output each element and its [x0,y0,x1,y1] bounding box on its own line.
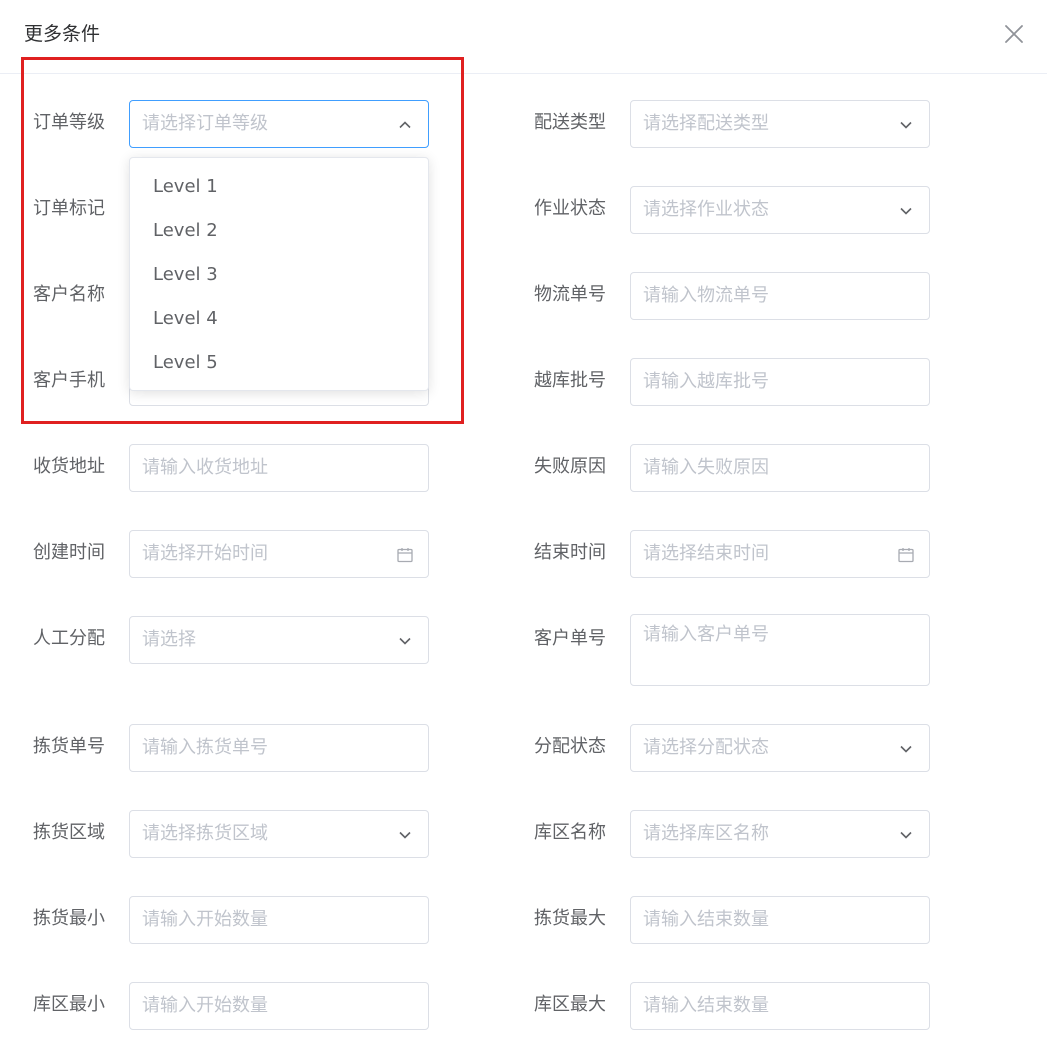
picking-no-placeholder: 请输入拣货单号 [142,737,268,758]
dropdown-option[interactable]: Level 4 [130,297,428,341]
chevron-down-icon [399,831,411,839]
area-min-placeholder: 请输入开始数量 [142,995,268,1016]
chevron-down-icon [900,207,912,215]
logistics-no-input[interactable]: 请输入物流单号 [630,272,930,320]
label-picking-min: 拣货最小 [33,908,105,929]
picking-area-select[interactable]: 请选择拣货区域 [129,810,429,858]
label-delivery-type: 配送类型 [534,112,606,133]
calendar-icon [898,548,914,563]
shipping-address-input[interactable]: 请输入收货地址 [129,444,429,492]
label-job-status: 作业状态 [534,198,606,219]
label-end-time: 结束时间 [534,542,606,563]
label-shipping-address: 收货地址 [33,456,105,477]
label-customer-name: 客户名称 [33,284,105,305]
picking-min-input[interactable]: 请输入开始数量 [129,896,429,944]
failure-reason-placeholder: 请输入失败原因 [643,457,769,478]
label-picking-area: 拣货区域 [33,822,105,843]
label-order-level: 订单等级 [33,112,105,133]
picking-max-input[interactable]: 请输入结束数量 [630,896,930,944]
customer-order-no-placeholder: 请输入客户单号 [643,624,769,645]
dropdown-option[interactable]: Level 1 [130,165,428,209]
chevron-down-icon [900,831,912,839]
label-logistics-no: 物流单号 [534,284,606,305]
chevron-down-icon [399,637,411,645]
picking-min-placeholder: 请输入开始数量 [142,909,268,930]
order-level-dropdown: Level 1 Level 2 Level 3 Level 4 Level 5 [129,157,429,391]
label-cross-dock-batch: 越库批号 [534,370,606,391]
label-create-time: 创建时间 [33,542,105,563]
create-time-picker[interactable]: 请选择开始时间 [129,530,429,578]
label-customer-phone: 客户手机 [33,370,105,391]
shipping-address-placeholder: 请输入收货地址 [142,457,268,478]
dialog-title: 更多条件 [24,23,101,45]
cross-dock-batch-placeholder: 请输入越库批号 [643,371,769,392]
cross-dock-batch-input[interactable]: 请输入越库批号 [630,358,930,406]
label-picking-no: 拣货单号 [33,736,105,757]
label-customer-order-no: 客户单号 [534,628,606,649]
assign-status-placeholder: 请选择分配状态 [643,737,769,758]
order-level-select[interactable]: 请选择订单等级 [129,100,429,148]
chevron-up-icon [399,121,411,129]
label-assign-status: 分配状态 [534,736,606,757]
end-time-picker[interactable]: 请选择结束时间 [630,530,930,578]
warehouse-area-name-placeholder: 请选择库区名称 [643,823,769,844]
dropdown-option[interactable]: Level 2 [130,209,428,253]
label-manual-assign: 人工分配 [33,628,105,649]
area-max-input[interactable]: 请输入结束数量 [630,982,930,1030]
label-failure-reason: 失败原因 [534,456,606,477]
order-level-placeholder: 请选择订单等级 [142,113,268,134]
area-min-input[interactable]: 请输入开始数量 [129,982,429,1030]
create-time-placeholder: 请选择开始时间 [142,543,268,564]
area-max-placeholder: 请输入结束数量 [643,995,769,1016]
manual-assign-select[interactable]: 请选择 [129,616,429,664]
label-picking-max: 拣货最大 [534,908,606,929]
dialog-header: 更多条件 [0,0,1047,74]
label-order-tag: 订单标记 [33,198,105,219]
customer-order-no-textarea[interactable]: 请输入客户单号 [630,614,930,686]
picking-max-placeholder: 请输入结束数量 [643,909,769,930]
end-time-placeholder: 请选择结束时间 [643,543,769,564]
picking-no-input[interactable]: 请输入拣货单号 [129,724,429,772]
job-status-placeholder: 请选择作业状态 [643,199,769,220]
label-warehouse-area-name: 库区名称 [534,822,606,843]
failure-reason-input[interactable]: 请输入失败原因 [630,444,930,492]
logistics-no-placeholder: 请输入物流单号 [643,285,769,306]
chevron-down-icon [900,121,912,129]
delivery-type-select[interactable]: 请选择配送类型 [630,100,930,148]
manual-assign-placeholder: 请选择 [142,629,196,650]
picking-area-placeholder: 请选择拣货区域 [142,823,268,844]
dropdown-option[interactable]: Level 5 [130,341,428,385]
dropdown-option[interactable]: Level 3 [130,253,428,297]
warehouse-area-name-select[interactable]: 请选择库区名称 [630,810,930,858]
label-area-max: 库区最大 [534,994,606,1015]
label-area-min: 库区最小 [33,994,105,1015]
calendar-icon [397,548,413,563]
chevron-down-icon [900,745,912,753]
job-status-select[interactable]: 请选择作业状态 [630,186,930,234]
delivery-type-placeholder: 请选择配送类型 [643,113,769,134]
close-icon[interactable] [1002,22,1026,46]
assign-status-select[interactable]: 请选择分配状态 [630,724,930,772]
